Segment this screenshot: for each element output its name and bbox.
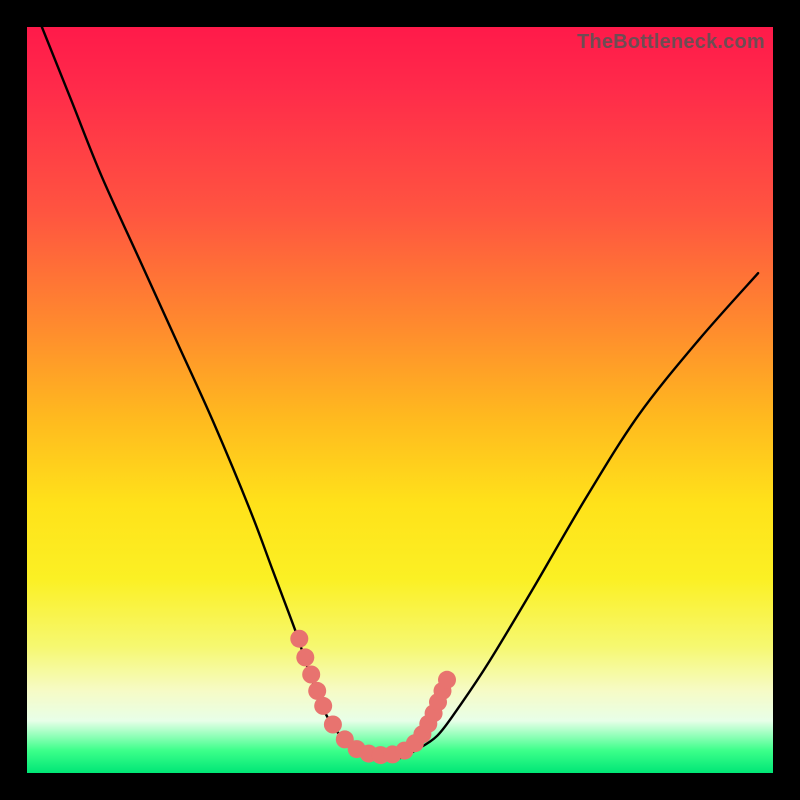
- curve-line: [42, 27, 758, 759]
- chart-svg: [27, 27, 773, 773]
- chart-frame: TheBottleneck.com: [0, 0, 800, 800]
- highlight-markers: [290, 630, 456, 764]
- plot-area: TheBottleneck.com: [27, 27, 773, 773]
